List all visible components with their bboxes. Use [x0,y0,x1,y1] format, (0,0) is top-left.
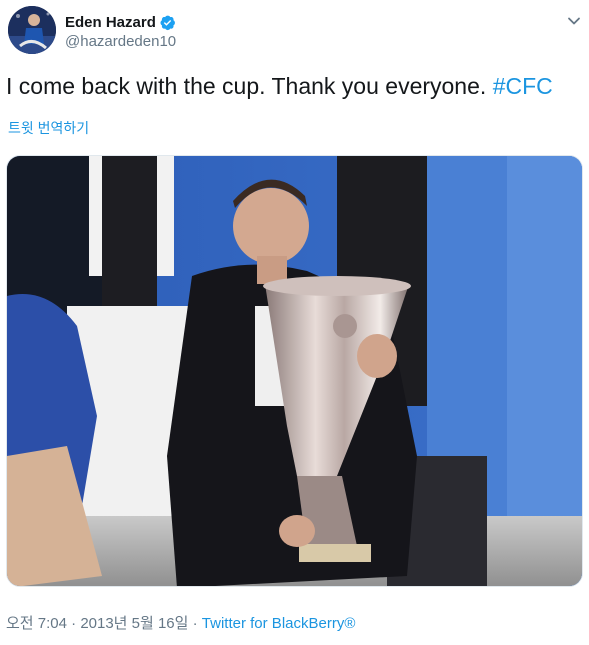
tweet-date[interactable]: 2013년 5월 16일 [80,615,188,632]
verified-badge-icon [159,14,176,31]
tweet-meta: 오전 7:04 · 2013년 5월 16일 · Twitter for Bla… [6,612,355,633]
tweet-time[interactable]: 오전 7:04 [6,615,67,632]
tweet-header: Eden Hazard @hazardeden10 [8,6,583,56]
user-handle[interactable]: @hazardeden10 [65,33,176,50]
tweet-body: I come back with the cup. Thank you ever… [6,73,493,99]
display-name[interactable]: Eden Hazard [65,14,156,31]
avatar[interactable] [8,6,56,54]
author-names: Eden Hazard @hazardeden10 [65,12,176,51]
tweet-source-link[interactable]: Twitter for BlackBerry® [202,615,356,632]
tweet-photo[interactable] [6,155,583,587]
hashtag-link[interactable]: #CFC [493,73,553,99]
tweet-card: Eden Hazard @hazardeden10 I come back wi… [0,0,589,645]
meta-separator: · [71,615,77,632]
meta-separator-2: · [192,615,198,632]
translate-tweet-link[interactable]: 트윗 번역하기 [8,118,89,138]
tweet-text: I come back with the cup. Thank you ever… [6,70,581,102]
chevron-down-icon[interactable] [565,12,583,30]
